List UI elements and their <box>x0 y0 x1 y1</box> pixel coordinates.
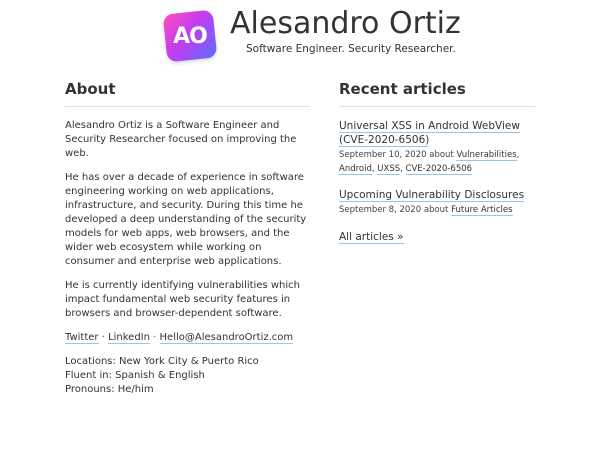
article-title: Upcoming Vulnerability Disclosures <box>339 188 535 202</box>
link-separator: · <box>98 332 109 343</box>
recent-articles-section: Recent articles Universal XSS in Android… <box>339 80 535 244</box>
about-section: About Alesandro Ortiz is a Software Engi… <box>65 80 310 397</box>
recent-articles-heading: Recent articles <box>339 80 535 107</box>
tag-separator: , <box>516 150 520 160</box>
tag-separator: , <box>400 164 406 174</box>
about-paragraph-1: Alesandro Ortiz is a Software Engineer a… <box>65 120 297 159</box>
languages-text: Fluent in: Spanish & English <box>65 370 205 381</box>
site-logo[interactable]: AO <box>162 9 218 63</box>
article-title: Universal XSS in Android WebView (CVE-20… <box>339 119 535 147</box>
article-tag-link[interactable]: Android <box>339 164 372 175</box>
site-subtitle: Software Engineer. Security Researcher. <box>246 43 456 55</box>
contact-links: Twitter · LinkedIn · Hello@AlesandroOrti… <box>65 331 310 345</box>
link-separator: · <box>149 332 160 343</box>
locations-text: Locations: New York City & Puerto Rico <box>65 356 259 367</box>
article-tag-link[interactable]: CVE-2020-6506 <box>405 164 473 175</box>
article-tag-link[interactable]: Future Articles <box>451 205 513 216</box>
email-link[interactable]: Hello@AlesandroOrtiz.com <box>159 332 294 344</box>
about-body: Alesandro Ortiz is a Software Engineer a… <box>65 119 310 397</box>
about-paragraph-3: He is currently identifying vulnerabilit… <box>65 280 301 319</box>
all-articles-container: All articles » <box>339 231 535 244</box>
article-title-link[interactable]: Universal XSS in Android WebView (CVE-20… <box>339 120 520 147</box>
article-item: Upcoming Vulnerability Disclosures Septem… <box>339 188 535 217</box>
logo-monogram: AO <box>173 23 207 49</box>
site-header: AO Alesandro Ortiz Software Engineer. Se… <box>0 0 600 70</box>
article-title-link[interactable]: Upcoming Vulnerability Disclosures <box>339 189 525 202</box>
site-title[interactable]: Alesandro Ortiz <box>230 6 461 41</box>
about-paragraph-2: He has over a decade of experience in so… <box>65 172 307 267</box>
pronouns-text: Pronouns: He/him <box>65 384 154 395</box>
linkedin-link[interactable]: LinkedIn <box>108 332 150 344</box>
article-tag-link[interactable]: Vulnerabilities <box>456 150 517 161</box>
all-articles-link[interactable]: All articles » <box>339 231 404 244</box>
article-date: September 10, 2020 about <box>339 150 457 160</box>
article-item: Universal XSS in Android WebView (CVE-20… <box>339 119 535 176</box>
twitter-link[interactable]: Twitter <box>65 332 99 344</box>
article-meta: September 10, 2020 about Vulnerabilities… <box>339 148 535 176</box>
article-list: Universal XSS in Android WebView (CVE-20… <box>339 119 535 217</box>
article-date: September 8, 2020 about <box>339 205 452 215</box>
article-tag-link[interactable]: UXSS <box>377 164 401 175</box>
about-heading: About <box>65 80 310 107</box>
article-meta: September 8, 2020 about Future Articles <box>339 203 535 217</box>
